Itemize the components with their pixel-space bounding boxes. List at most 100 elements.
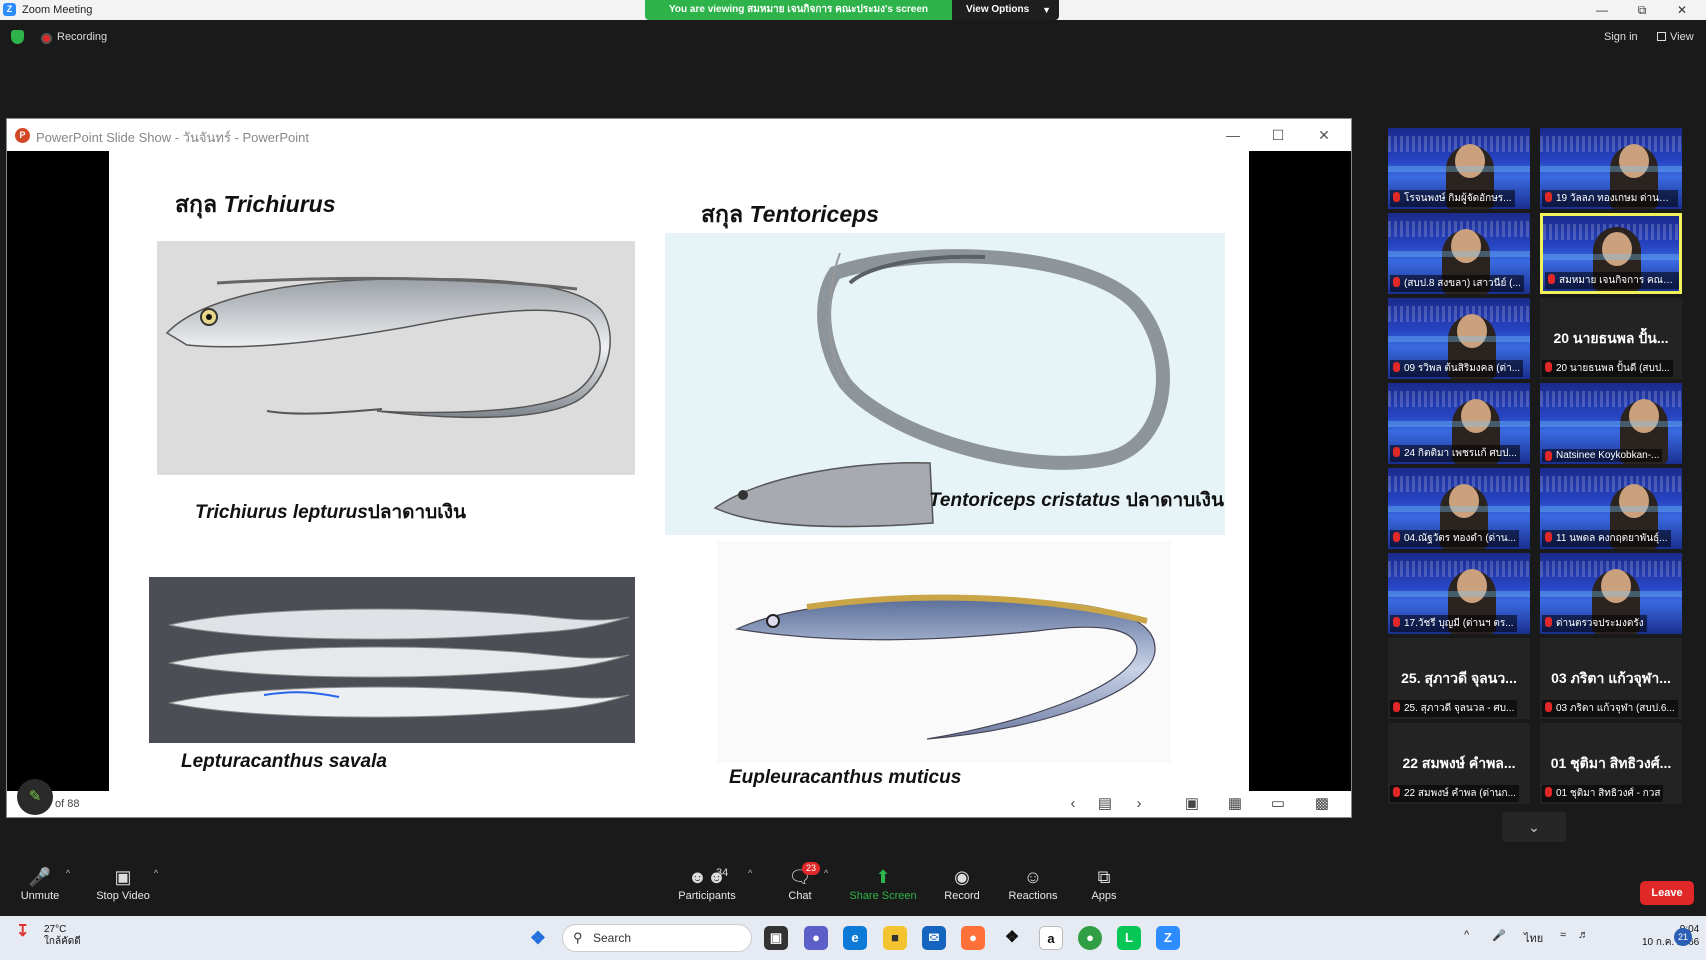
participant-tile[interactable]: สมหมาย เจนกิจการ คณะปร... bbox=[1540, 213, 1682, 294]
window-title: Zoom Meeting bbox=[22, 4, 93, 16]
participant-name-label: โรจนพงษ์ กิมผู้จัดอักษร... bbox=[1390, 190, 1515, 207]
zoom-taskbar-icon[interactable]: Z bbox=[1156, 926, 1180, 950]
participant-tile[interactable]: 09 รวิพล ต้นสิริมงคล (ด่า... bbox=[1388, 298, 1530, 379]
powerpoint-window: P PowerPoint Slide Show - วันจันทร์ - Po… bbox=[6, 118, 1352, 818]
participant-tile[interactable]: 20 นายธนพล ปั้น... 20 นายธนพล ปั้นดี (สบป… bbox=[1540, 298, 1682, 379]
notification-badge[interactable]: 21 bbox=[1674, 928, 1692, 946]
mail-icon[interactable]: ✉ bbox=[922, 926, 946, 950]
microphone-tray-icon[interactable]: 🎤 bbox=[1492, 929, 1506, 942]
wifi-icon[interactable]: ≈ bbox=[1560, 929, 1566, 941]
participants-label: Participants bbox=[678, 890, 736, 902]
pp-close-button[interactable]: ✕ bbox=[1307, 124, 1341, 146]
participant-name-label: 09 รวิพล ต้นสิริมงคล (ด่า... bbox=[1390, 360, 1524, 377]
caption-thai-name: ปลาดาบเงิน bbox=[367, 502, 466, 523]
participant-tile[interactable]: ด่านตรวจประมงตรัง bbox=[1540, 553, 1682, 634]
participant-display-name: 20 นายธนพล ปั้น... bbox=[1553, 330, 1669, 346]
pp-maximize-button[interactable]: ☐ bbox=[1261, 124, 1295, 146]
participant-name-label: 01 ชุติมา สิทธิวงศ์ - กวส bbox=[1542, 785, 1664, 802]
caption-lepturacanthus-savala: Lepturacanthus savala bbox=[181, 751, 387, 772]
audio-options-caret-icon[interactable]: ^ bbox=[66, 868, 70, 878]
apps-icon: ⧉ bbox=[1097, 867, 1111, 887]
participant-tile[interactable]: (สบป.8 สงขลา) เสาวนีย์ (... bbox=[1388, 213, 1530, 294]
stop-video-label: Stop Video bbox=[96, 890, 150, 902]
close-button[interactable]: ✕ bbox=[1662, 2, 1702, 18]
record-button[interactable]: ◉ Record bbox=[927, 862, 997, 914]
view-button[interactable]: View bbox=[1657, 31, 1694, 43]
pen-tool-icon[interactable]: ✎ bbox=[17, 779, 53, 815]
chat-options-caret-icon[interactable]: ^ bbox=[824, 868, 828, 878]
participant-name-label: 24 กิตติมา เพชรแก้ ศบป... bbox=[1390, 445, 1520, 462]
participant-name-label: 19 วัลลภ ทองเกษม ด่านตรวจ... bbox=[1542, 190, 1678, 207]
file-explorer-icon[interactable]: ■ bbox=[883, 926, 907, 950]
slide-list-icon[interactable]: ▤ bbox=[1093, 794, 1117, 814]
slideshow-status-bar: ✎ of 88 ‹ ▤ › ▣ ▦ ▭ ▩ bbox=[7, 779, 1351, 817]
recording-label: Recording bbox=[57, 31, 108, 43]
muted-microphone-icon bbox=[1545, 617, 1552, 627]
participant-tile[interactable]: 17.วัชรี บุญมี (ด่านฯ ตร... bbox=[1388, 553, 1530, 634]
video-options-caret-icon[interactable]: ^ bbox=[154, 868, 158, 878]
view-options-button[interactable]: View Options ▼ bbox=[952, 0, 1059, 20]
participant-face bbox=[1457, 569, 1487, 603]
reactions-icon: ☺ bbox=[1023, 867, 1043, 887]
security-shield-icon[interactable] bbox=[11, 30, 24, 44]
previous-slide-button[interactable]: ‹ bbox=[1061, 794, 1085, 814]
weather-widget[interactable]: ↧ 27°C ใกล้คัดดี bbox=[16, 924, 81, 948]
participant-display-name: 25. สุภาวดี จุลนว... bbox=[1401, 670, 1517, 686]
amazon-icon[interactable]: a bbox=[1039, 926, 1063, 950]
reading-view-icon[interactable]: ▭ bbox=[1266, 794, 1290, 814]
participant-tile[interactable]: 11 นพดล คงกฤตยาพันธุ์... bbox=[1540, 468, 1682, 549]
muted-microphone-icon bbox=[1393, 702, 1400, 712]
slideshow-view-icon[interactable]: ▩ bbox=[1310, 794, 1334, 814]
participant-tile[interactable]: 22 สมพงษ์ คำพล... 22 สมพงษ์ คำพล (ด่านก..… bbox=[1388, 723, 1530, 804]
reactions-button[interactable]: ☺ Reactions bbox=[998, 862, 1068, 914]
muted-microphone-icon bbox=[1545, 362, 1552, 372]
participant-tile[interactable]: โรจนพงษ์ กิมผู้จัดอักษร... bbox=[1388, 128, 1530, 209]
eupleuracanthus-muticus-photo bbox=[717, 541, 1171, 763]
normal-view-icon[interactable]: ▣ bbox=[1180, 794, 1204, 814]
participant-face bbox=[1619, 484, 1649, 518]
participants-options-caret-icon[interactable]: ^ bbox=[748, 868, 752, 878]
participant-name-label: Natsinee Koykobkan-... bbox=[1542, 449, 1663, 462]
firefox-icon[interactable]: ● bbox=[961, 926, 985, 950]
participant-tile[interactable]: 03 ภริตา แก้วจุฬา... 03 ภริตา แก้วจุฬา (ส… bbox=[1540, 638, 1682, 719]
participant-name-label: สมหมาย เจนกิจการ คณะปร... bbox=[1545, 272, 1679, 289]
meeting-toolbar: 🎤 Unmute ^ ▣ Stop Video ^ ☻☻ Participants 3… bbox=[0, 862, 1706, 914]
participant-name-label: 04.ณัฐวัตร ทองดำ (ด่าน... bbox=[1390, 530, 1519, 547]
muted-microphone-icon bbox=[1545, 702, 1552, 712]
participant-gallery: โรจนพงษ์ กิมผู้จัดอักษร... 19 วัลลภ ทองเก… bbox=[1388, 128, 1682, 808]
participant-tile[interactable]: 01 ชุติมา สิทธิวงศ์... 01 ชุติมา สิทธิวงศ… bbox=[1540, 723, 1682, 804]
volume-icon[interactable]: ♬ bbox=[1578, 929, 1589, 941]
line-app-icon[interactable]: L bbox=[1117, 926, 1141, 950]
pp-minimize-button[interactable]: — bbox=[1216, 124, 1250, 146]
caption-eupleuracanthus-muticus: Eupleuracanthus muticus bbox=[729, 767, 962, 788]
teams-chat-icon[interactable]: ● bbox=[804, 926, 828, 950]
chrome-icon[interactable]: ● bbox=[1078, 926, 1102, 950]
participant-tile[interactable]: 04.ณัฐวัตร ทองดำ (ด่าน... bbox=[1388, 468, 1530, 549]
participant-name-label: 20 นายธนพล ปั้นดี (สบป... bbox=[1542, 360, 1673, 377]
sign-in-link[interactable]: Sign in bbox=[1604, 31, 1638, 43]
input-language[interactable]: ไทย bbox=[1524, 929, 1543, 947]
edge-browser-icon[interactable]: e bbox=[843, 926, 867, 950]
participant-tile[interactable]: Natsinee Koykobkan-... bbox=[1540, 383, 1682, 464]
leave-button[interactable]: Leave bbox=[1640, 881, 1694, 905]
share-screen-button[interactable]: ⬆ Share Screen bbox=[846, 862, 920, 914]
record-label: Record bbox=[944, 890, 980, 902]
participants-button[interactable]: ☻☻ Participants bbox=[667, 862, 747, 914]
genus-prefix: สกุล bbox=[701, 201, 744, 227]
taskbar-search[interactable]: ⚲ Search bbox=[562, 924, 752, 952]
slide-sorter-icon[interactable]: ▦ bbox=[1223, 794, 1247, 814]
participant-tile[interactable]: 24 กิตติมา เพชรแก้ ศบป... bbox=[1388, 383, 1530, 464]
restore-button[interactable]: ⧉ bbox=[1622, 2, 1662, 18]
windows-start-icon[interactable]: ❖ bbox=[526, 926, 550, 950]
slide: สกุล Trichiurus สกุล Tentoriceps Trichiu… bbox=[109, 151, 1249, 791]
participant-tile[interactable]: 19 วัลลภ ทองเกษม ด่านตรวจ... bbox=[1540, 128, 1682, 209]
task-view-icon[interactable]: ▣ bbox=[764, 926, 788, 950]
minimize-button[interactable]: — bbox=[1582, 2, 1622, 18]
gallery-scroll-down-button[interactable]: ⌄ bbox=[1502, 812, 1566, 842]
participant-tile[interactable]: 25. สุภาวดี จุลนว... 25. สุภาวดี จุลนวล -… bbox=[1388, 638, 1530, 719]
record-icon: ◉ bbox=[954, 867, 970, 887]
tray-overflow-icon[interactable]: ^ bbox=[1464, 929, 1469, 941]
apps-button[interactable]: ⧉ Apps bbox=[1069, 862, 1139, 914]
next-slide-button[interactable]: › bbox=[1127, 794, 1151, 814]
dropbox-icon[interactable]: ❖ bbox=[1000, 926, 1024, 950]
